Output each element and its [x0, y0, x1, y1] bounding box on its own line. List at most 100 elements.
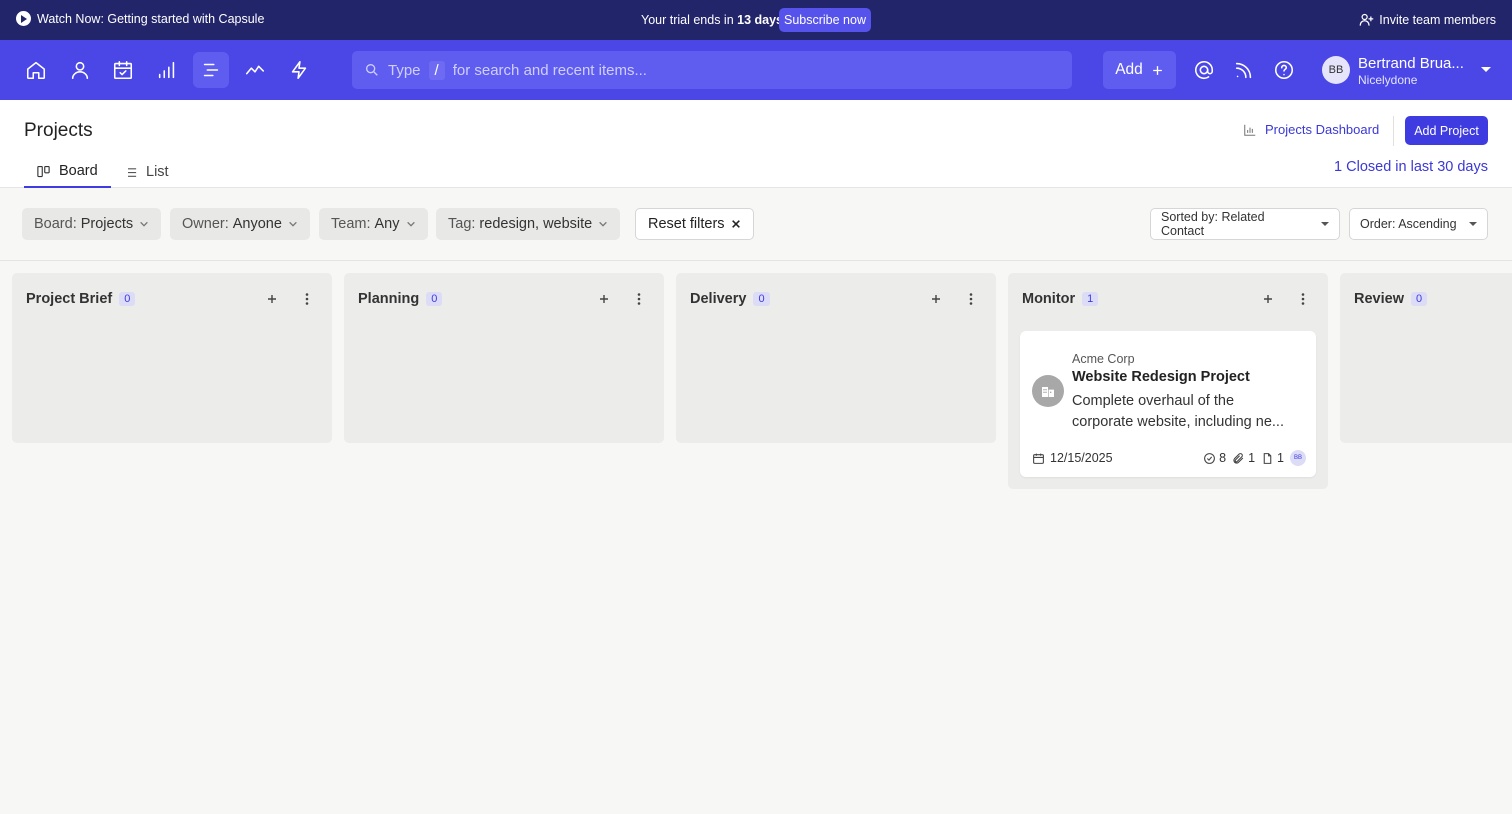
add-card-icon[interactable] — [1260, 291, 1276, 307]
project-card[interactable]: Acme Corp Website Redesign Project Compl… — [1020, 331, 1316, 477]
lightning-icon[interactable] — [281, 52, 317, 88]
column-header: Planning 0 — [358, 291, 443, 307]
search-input[interactable]: Type / for search and recent items... — [352, 51, 1072, 89]
card-company[interactable]: Acme Corp — [1072, 352, 1135, 366]
board-column-project-brief: Project Brief 0 — [12, 273, 332, 443]
divider — [1393, 116, 1394, 146]
subscribe-button[interactable]: Subscribe now — [779, 8, 871, 32]
column-title: Delivery — [690, 291, 747, 307]
owner-filter[interactable]: Owner: Anyone — [170, 208, 310, 240]
add-card-icon[interactable] — [596, 291, 612, 307]
card-date-value: 12/15/2025 — [1050, 451, 1113, 465]
task-count: 8 — [1203, 451, 1226, 465]
broadcast-icon[interactable] — [1226, 52, 1262, 88]
more-options-icon[interactable] — [299, 291, 315, 307]
card-description-line: corporate website, including ne... — [1072, 414, 1284, 430]
card-due-date: 12/15/2025 — [1032, 451, 1113, 465]
tab-list[interactable]: List — [111, 156, 181, 188]
reset-filters-button[interactable]: Reset filters — [635, 208, 754, 240]
column-title: Project Brief — [26, 291, 113, 307]
caret-down-icon — [1469, 222, 1477, 226]
column-count-badge: 0 — [1410, 292, 1428, 306]
board-column-review: Review 0 — [1340, 273, 1512, 443]
search-prefix: Type — [388, 61, 421, 79]
close-icon — [731, 220, 740, 228]
watch-now-label: Watch Now: Getting started with Capsule — [37, 11, 265, 26]
person-icon[interactable] — [62, 52, 98, 88]
filter-bar: Board: Projects Owner: Anyone Team: Any … — [0, 188, 1512, 261]
sort-label: Sorted by: Related Contact — [1161, 210, 1265, 238]
user-name[interactable]: Bertrand Brua... — [1358, 55, 1464, 72]
avatar[interactable]: BB — [1322, 56, 1350, 84]
chart-icon — [1244, 124, 1256, 136]
home-icon[interactable] — [18, 52, 54, 88]
at-icon[interactable] — [1186, 52, 1222, 88]
card-description: Complete overhaul of the corporate websi… — [1072, 391, 1308, 433]
list-icon — [124, 167, 137, 177]
board-column-monitor: Monitor 1 Acme Corp Website Redesign Pro… — [1008, 273, 1328, 489]
column-count-badge: 0 — [119, 292, 136, 306]
page-header: Projects Projects Dashboard Add Project … — [0, 100, 1512, 188]
user-plus-icon — [1359, 13, 1374, 26]
projects-dashboard-label: Projects Dashboard — [1265, 122, 1380, 137]
add-card-icon[interactable] — [264, 291, 280, 307]
search-icon — [366, 64, 378, 76]
team-filter-value: Any — [374, 216, 400, 232]
owner-filter-label: Owner: — [182, 216, 229, 232]
file-count: 1 — [1261, 451, 1284, 465]
team-filter[interactable]: Team: Any — [319, 208, 428, 240]
board-filter[interactable]: Board: Projects — [22, 208, 162, 240]
add-project-button[interactable]: Add Project — [1405, 116, 1488, 145]
column-title: Monitor — [1022, 291, 1076, 307]
user-org: Nicelydone — [1358, 73, 1418, 87]
tab-board-label: Board — [59, 163, 98, 179]
projects-dashboard-link[interactable]: Projects Dashboard — [1243, 122, 1379, 137]
invite-team-link[interactable]: Invite team members — [1359, 12, 1496, 27]
order-label: Order: Ascending — [1360, 217, 1457, 231]
more-options-icon[interactable] — [963, 291, 979, 307]
tab-list-label: List — [146, 164, 169, 180]
check-circle-icon — [1204, 452, 1216, 464]
sort-select[interactable]: Sorted by: Related Contact — [1150, 208, 1340, 240]
organization-icon — [1032, 375, 1064, 407]
caret-down-icon — [1321, 222, 1329, 226]
card-stats: 8 1 1 BB — [1203, 450, 1306, 466]
watch-now-link[interactable]: Watch Now: Getting started with Capsule — [16, 11, 264, 26]
more-options-icon[interactable] — [631, 291, 647, 307]
column-count-badge: 0 — [426, 292, 443, 306]
card-title[interactable]: Website Redesign Project — [1072, 369, 1250, 385]
bar-chart-icon[interactable] — [149, 52, 185, 88]
trial-prefix: Your trial ends in — [641, 13, 734, 27]
plus-icon — [1152, 65, 1162, 75]
attachment-count-value: 1 — [1248, 451, 1256, 465]
tag-filter[interactable]: Tag: redesign, website — [436, 208, 621, 240]
task-count-value: 8 — [1219, 451, 1227, 465]
more-options-icon[interactable] — [1295, 291, 1311, 307]
projects-icon[interactable] — [193, 52, 229, 88]
activity-icon[interactable] — [237, 52, 273, 88]
team-filter-label: Team: — [331, 216, 371, 232]
column-count-badge: 1 — [1082, 292, 1099, 306]
help-icon[interactable] — [1266, 52, 1302, 88]
tab-board[interactable]: Board — [24, 156, 111, 188]
card-footer: 12/15/2025 8 1 1 BB — [1032, 450, 1306, 466]
board-column-planning: Planning 0 — [344, 273, 664, 443]
add-button[interactable]: Add — [1103, 51, 1176, 89]
order-select[interactable]: Order: Ascending — [1349, 208, 1488, 240]
chevron-down-icon — [140, 221, 148, 227]
calendar-icon — [1033, 453, 1044, 464]
owner-avatar[interactable]: BB — [1290, 450, 1306, 466]
user-menu-caret-icon[interactable] — [1481, 67, 1491, 72]
chevron-down-icon — [406, 221, 415, 227]
add-card-icon[interactable] — [928, 291, 944, 307]
calendar-check-icon[interactable] — [105, 52, 141, 88]
owner-filter-value: Anyone — [232, 216, 282, 232]
trial-notice: Your trial ends in 13 days — [641, 13, 783, 27]
trial-banner: Watch Now: Getting started with Capsule … — [0, 0, 1512, 40]
closed-summary-link[interactable]: 1 Closed in last 30 days — [1334, 159, 1488, 175]
main-navbar: Type / for search and recent items... Ad… — [0, 40, 1512, 100]
chevron-down-icon — [289, 221, 297, 227]
page-title: Projects — [24, 120, 93, 141]
paperclip-icon — [1233, 452, 1244, 464]
invite-label: Invite team members — [1379, 12, 1496, 27]
